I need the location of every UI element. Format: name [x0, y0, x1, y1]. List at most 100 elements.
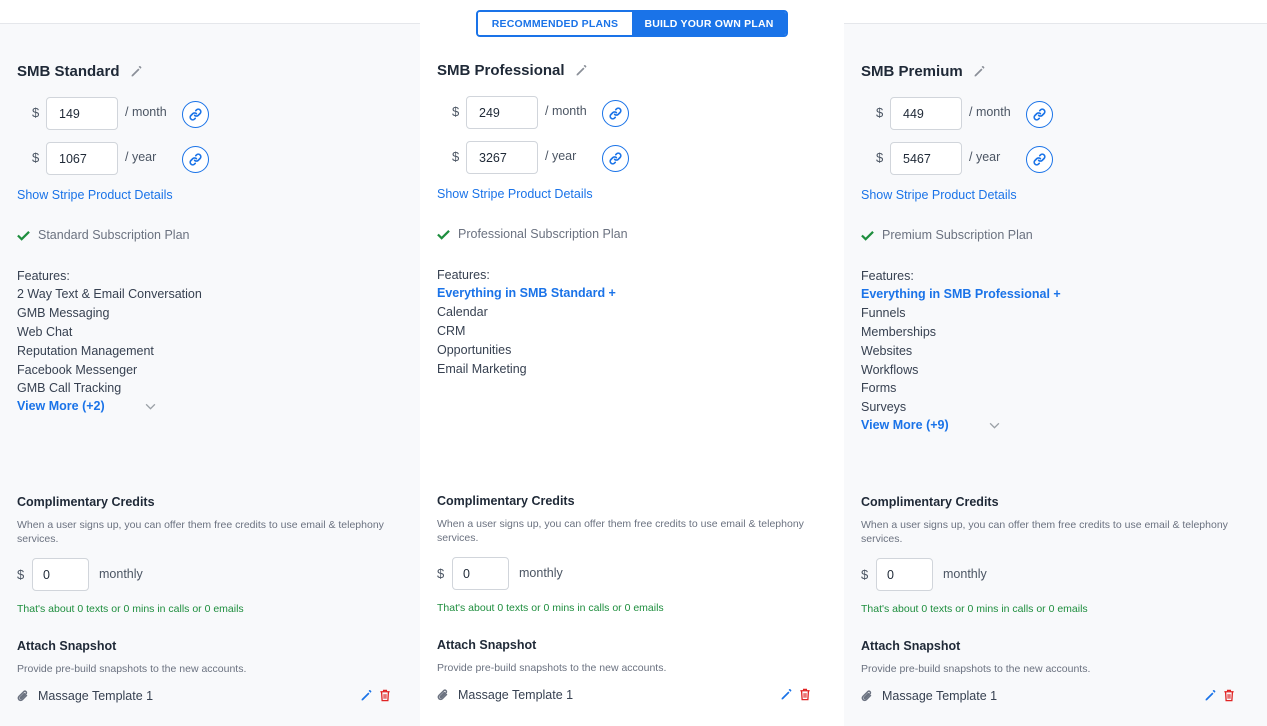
feature-item: Calendar — [437, 304, 488, 319]
build-your-own-plan-tab[interactable]: BUILD YOUR OWN PLAN — [632, 12, 786, 35]
per-month-label: / month — [969, 105, 1011, 119]
feature-item: Funnels — [861, 305, 906, 320]
monthly-price-input[interactable] — [466, 96, 538, 129]
yearly-price-input[interactable] — [46, 142, 118, 175]
yearly-price-link-button[interactable] — [1026, 146, 1053, 173]
plan-card: SMB Premium $ / month $ / year Show Stri… — [844, 24, 1267, 726]
per-year-label: / year — [125, 150, 157, 164]
feature-item: Reputation Management — [17, 343, 154, 358]
monthly-label: monthly — [943, 567, 987, 581]
attach-snapshot-title: Attach Snapshot — [17, 639, 117, 653]
view-more-features-toggle[interactable]: View More (+2) — [17, 399, 156, 413]
feature-item: Forms — [861, 381, 897, 396]
snapshot-name: Massage Template 1 — [458, 688, 574, 702]
attach-snapshot-title: Attach Snapshot — [861, 639, 961, 653]
currency-symbol: $ — [876, 105, 884, 120]
link-icon — [1033, 108, 1046, 121]
credits-estimate-note: That's about 0 texts or 0 mins in calls … — [437, 602, 664, 614]
recommended-plans-tab[interactable]: RECOMMENDED PLANS — [478, 12, 632, 35]
complimentary-credits-description: When a user signs up, you can offer them… — [437, 518, 804, 544]
yearly-price-input[interactable] — [466, 141, 538, 174]
complimentary-credits-description: When a user signs up, you can offer them… — [17, 519, 384, 545]
attach-snapshot-title: Attach Snapshot — [437, 638, 537, 652]
yearly-price-link-button[interactable] — [602, 145, 629, 172]
edit-snapshot-pencil-icon[interactable] — [1204, 689, 1217, 702]
attach-snapshot-description: Provide pre-build snapshots to the new a… — [437, 662, 667, 674]
yearly-price-input[interactable] — [890, 142, 962, 175]
attach-snapshot-description: Provide pre-build snapshots to the new a… — [861, 663, 1091, 675]
complimentary-credits-input[interactable] — [452, 557, 509, 590]
feature-item: Websites — [861, 343, 913, 358]
subscription-plan-row: Standard Subscription Plan — [17, 228, 189, 242]
credits-estimate-note: That's about 0 texts or 0 mins in calls … — [861, 603, 1088, 615]
edit-snapshot-pencil-icon[interactable] — [360, 689, 373, 702]
edit-plan-name-pencil-icon[interactable] — [575, 64, 589, 78]
paperclip-icon — [17, 690, 28, 702]
show-stripe-product-details-link[interactable]: Show Stripe Product Details — [437, 187, 593, 201]
check-icon — [437, 229, 450, 240]
plan-column-standard: SMB Standard $ / month $ / year Show Str… — [0, 23, 420, 726]
subscription-plan-label: Professional Subscription Plan — [458, 227, 628, 241]
complimentary-credits-title: Complimentary Credits — [861, 495, 999, 509]
delete-snapshot-trash-icon[interactable] — [799, 688, 811, 701]
feature-item: Workflows — [861, 362, 919, 377]
plan-title: SMB Premium — [861, 63, 987, 80]
monthly-price-link-button[interactable] — [1026, 101, 1053, 128]
subscription-plan-row: Professional Subscription Plan — [437, 227, 628, 241]
check-icon — [861, 230, 874, 241]
link-icon — [189, 108, 202, 121]
plan-card: SMB Standard $ / month $ / year Show Str… — [0, 24, 420, 726]
view-more-label: View More (+2) — [17, 399, 105, 414]
monthly-label: monthly — [99, 567, 143, 581]
view-more-features-toggle[interactable]: View More (+9) — [861, 418, 1000, 432]
per-month-label: / month — [125, 105, 167, 119]
monthly-price-input[interactable] — [890, 97, 962, 130]
attach-snapshot-description: Provide pre-build snapshots to the new a… — [17, 663, 247, 675]
feature-item: Facebook Messenger — [17, 362, 138, 377]
plan-column-professional: SMB Professional $ / month $ / year Show… — [420, 0, 844, 726]
features-label: Features: — [861, 269, 914, 283]
delete-snapshot-trash-icon[interactable] — [379, 689, 391, 702]
link-icon — [609, 152, 622, 165]
currency-symbol: $ — [437, 566, 445, 581]
features-list: Everything in SMB Professional + Funnels M… — [861, 285, 1061, 417]
feature-item: CRM — [437, 323, 466, 338]
subscription-plan-label: Standard Subscription Plan — [38, 228, 190, 242]
edit-plan-name-pencil-icon[interactable] — [973, 65, 987, 79]
delete-snapshot-trash-icon[interactable] — [1223, 689, 1235, 702]
feature-item: 2 Way Text & Email Conversation — [17, 287, 202, 301]
plan-name: SMB Premium — [861, 63, 963, 80]
subscription-plan-row: Premium Subscription Plan — [861, 228, 1033, 242]
show-stripe-product-details-link[interactable]: Show Stripe Product Details — [861, 188, 1017, 202]
feature-item: Web Chat — [17, 324, 73, 339]
yearly-price-link-button[interactable] — [182, 146, 209, 173]
snapshot-name: Massage Template 1 — [38, 689, 154, 703]
complimentary-credits-input[interactable] — [32, 558, 89, 591]
monthly-price-input[interactable] — [46, 97, 118, 130]
feature-item: GMB Messaging — [17, 305, 110, 320]
check-icon — [17, 230, 30, 241]
link-icon — [609, 107, 622, 120]
features-label: Features: — [437, 268, 490, 282]
per-year-label: / year — [545, 149, 577, 163]
snapshot-name: Massage Template 1 — [882, 689, 998, 703]
feature-item: Surveys — [861, 400, 907, 415]
feature-item: Everything in SMB Standard + — [437, 286, 616, 300]
show-stripe-product-details-link[interactable]: Show Stripe Product Details — [17, 188, 173, 202]
link-icon — [189, 153, 202, 166]
subscription-plan-label: Premium Subscription Plan — [882, 228, 1033, 242]
complimentary-credits-input[interactable] — [876, 558, 933, 591]
currency-symbol: $ — [32, 150, 40, 165]
plan-type-toggle: RECOMMENDED PLANS BUILD YOUR OWN PLAN — [476, 10, 788, 37]
paperclip-icon — [437, 689, 448, 701]
plan-title: SMB Standard — [17, 63, 144, 80]
monthly-label: monthly — [519, 566, 563, 580]
plan-title: SMB Professional — [437, 62, 589, 79]
attached-snapshot-item: Massage Template 1 — [437, 688, 573, 702]
edit-snapshot-pencil-icon[interactable] — [780, 688, 793, 701]
plan-card: SMB Professional $ / month $ / year Show… — [420, 0, 844, 726]
monthly-price-link-button[interactable] — [182, 101, 209, 128]
edit-plan-name-pencil-icon[interactable] — [130, 65, 144, 79]
feature-item: GMB Call Tracking — [17, 381, 122, 396]
monthly-price-link-button[interactable] — [602, 100, 629, 127]
